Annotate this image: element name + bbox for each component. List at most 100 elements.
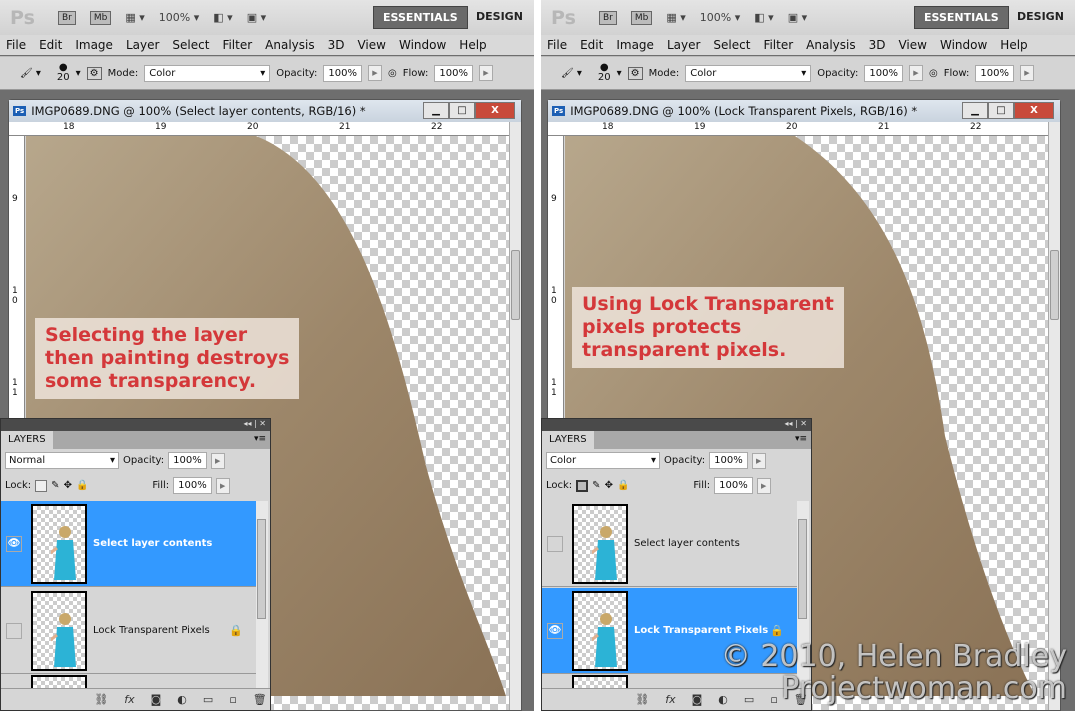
close-button[interactable]: X	[475, 102, 515, 119]
blend-mode-select[interactable]: Color ▾	[546, 452, 660, 469]
pressure-opacity-icon[interactable]: ◎	[388, 68, 397, 79]
lock-transparent-pixels-icon[interactable]	[576, 479, 589, 492]
arrange-documents-button[interactable]: ◧ ▾	[754, 11, 773, 24]
pressure-opacity-icon[interactable]: ◎	[929, 68, 938, 79]
menu-help[interactable]: Help	[459, 35, 486, 55]
brush-panel-toggle-icon[interactable]: ⚙	[86, 66, 102, 80]
blend-mode-select[interactable]: Normal ▾	[5, 452, 119, 469]
layer-row[interactable]: Select layer contents	[542, 501, 798, 587]
minimize-button[interactable]: ▁	[962, 102, 988, 119]
mode-select[interactable]: Color ▾	[144, 64, 271, 82]
menu-view[interactable]: View	[898, 35, 926, 55]
layer-opacity-input[interactable]: 100%	[709, 452, 748, 469]
opacity-slider-toggle[interactable]: ▶	[908, 65, 923, 81]
menu-3d[interactable]: 3D	[869, 35, 886, 55]
menu-window[interactable]: Window	[940, 35, 987, 55]
layer-row[interactable]: Lock Transparent Pixels 🔒	[1, 588, 257, 674]
vertical-scrollbar[interactable]	[1048, 122, 1060, 710]
brush-panel-toggle-icon[interactable]: ⚙	[627, 66, 643, 80]
maximize-button[interactable]: □	[449, 102, 475, 119]
link-layers-icon[interactable]: ⛓	[94, 693, 108, 706]
adjustment-layer-icon[interactable]: ◐	[177, 693, 187, 706]
workspace-essentials[interactable]: ESSENTIALS	[914, 6, 1009, 29]
new-layer-icon[interactable]: ▫	[229, 693, 236, 706]
flow-slider-toggle[interactable]: ▶	[1019, 65, 1034, 81]
maximize-button[interactable]: □	[988, 102, 1014, 119]
lock-image-pixels-icon[interactable]: ✎	[592, 480, 600, 491]
layer-opacity-arrow[interactable]: ▶	[210, 452, 225, 469]
menu-layer[interactable]: Layer	[667, 35, 700, 55]
menu-view[interactable]: View	[357, 35, 385, 55]
scroll-thumb[interactable]	[1050, 250, 1059, 320]
layers-tab[interactable]: LAYERS	[542, 431, 594, 449]
fill-arrow[interactable]: ▶	[215, 477, 230, 494]
panel-header[interactable]: ◂◂ | ✕	[1, 419, 270, 431]
arrange-documents-button[interactable]: ◧ ▾	[213, 11, 232, 24]
fx-icon[interactable]: fx	[124, 693, 134, 706]
menu-select[interactable]: Select	[172, 35, 209, 55]
lock-transparent-pixels-icon[interactable]	[35, 479, 48, 492]
opacity-slider-toggle[interactable]: ▶	[367, 65, 382, 81]
bridge-button[interactable]: Br	[58, 10, 76, 25]
menu-analysis[interactable]: Analysis	[806, 35, 855, 55]
menu-edit[interactable]: Edit	[39, 35, 62, 55]
flow-slider-toggle[interactable]: ▶	[478, 65, 493, 81]
workspace-design[interactable]: DESIGN	[476, 10, 523, 23]
panel-header[interactable]: ◂◂ | ✕	[542, 419, 811, 431]
vertical-scrollbar[interactable]	[509, 122, 521, 710]
menu-image[interactable]: Image	[75, 35, 113, 55]
add-mask-icon[interactable]: ◙	[151, 693, 162, 706]
scroll-thumb[interactable]	[511, 250, 520, 320]
menu-layer[interactable]: Layer	[126, 35, 159, 55]
fill-arrow[interactable]: ▶	[756, 477, 771, 494]
lock-image-pixels-icon[interactable]: ✎	[51, 480, 59, 491]
menu-file[interactable]: File	[547, 35, 567, 55]
menu-select[interactable]: Select	[713, 35, 750, 55]
flow-input[interactable]: 100%	[434, 64, 473, 82]
fill-input[interactable]: 100%	[714, 477, 753, 494]
screen-mode-button[interactable]: ▣ ▾	[247, 11, 266, 24]
menu-file[interactable]: File	[6, 35, 26, 55]
workspace-essentials[interactable]: ESSENTIALS	[373, 6, 468, 29]
delete-layer-icon[interactable]: 🗑	[253, 693, 267, 706]
menu-3d[interactable]: 3D	[328, 35, 345, 55]
minimize-button[interactable]: ▁	[423, 102, 449, 119]
menu-window[interactable]: Window	[399, 35, 446, 55]
opacity-input[interactable]: 100%	[864, 64, 903, 82]
layer-opacity-input[interactable]: 100%	[168, 452, 207, 469]
lock-position-icon[interactable]: ✥	[605, 480, 613, 491]
menu-filter[interactable]: Filter	[763, 35, 793, 55]
panel-menu-icon[interactable]: ▾≡	[795, 434, 807, 444]
link-layers-icon[interactable]: ⛓	[635, 693, 649, 706]
brush-tool-icon[interactable]: 🖌 ▾	[561, 68, 582, 79]
screen-mode-button[interactable]: ▣ ▾	[788, 11, 807, 24]
layer-opacity-arrow[interactable]: ▶	[751, 452, 766, 469]
close-button[interactable]: X	[1014, 102, 1054, 119]
brush-tool-icon[interactable]: 🖌 ▾	[20, 68, 41, 79]
mini-bridge-button[interactable]: Mb	[630, 10, 653, 25]
layers-tab[interactable]: LAYERS	[1, 431, 53, 449]
fill-input[interactable]: 100%	[173, 477, 212, 494]
flow-input[interactable]: 100%	[975, 64, 1014, 82]
menu-image[interactable]: Image	[616, 35, 654, 55]
menu-analysis[interactable]: Analysis	[265, 35, 314, 55]
opacity-input[interactable]: 100%	[323, 64, 362, 82]
visibility-toggle[interactable]	[547, 535, 563, 552]
workspace-design[interactable]: DESIGN	[1017, 10, 1064, 23]
document-title-bar[interactable]: Ps IMGP0689.DNG @ 100% (Lock Transparent…	[548, 100, 1060, 122]
layer-row[interactable]: 👁 Select layer contents	[1, 501, 257, 587]
add-mask-icon[interactable]: ◙	[692, 693, 703, 706]
bridge-button[interactable]: Br	[599, 10, 617, 25]
visibility-toggle[interactable]: 👁	[547, 622, 563, 639]
layers-scrollbar[interactable]	[256, 501, 268, 688]
document-title-bar[interactable]: Ps IMGP0689.DNG @ 100% (Select layer con…	[9, 100, 521, 122]
zoom-level-dropdown[interactable]: 100% ▾	[700, 11, 740, 24]
fx-icon[interactable]: fx	[665, 693, 675, 706]
view-extras-button[interactable]: ▦ ▾	[666, 11, 685, 24]
menu-filter[interactable]: Filter	[222, 35, 252, 55]
brush-preset-picker[interactable]: ● 20	[57, 63, 70, 83]
visibility-toggle[interactable]: 👁	[6, 535, 22, 552]
mini-bridge-button[interactable]: Mb	[89, 10, 112, 25]
menu-edit[interactable]: Edit	[580, 35, 603, 55]
view-extras-button[interactable]: ▦ ▾	[125, 11, 144, 24]
